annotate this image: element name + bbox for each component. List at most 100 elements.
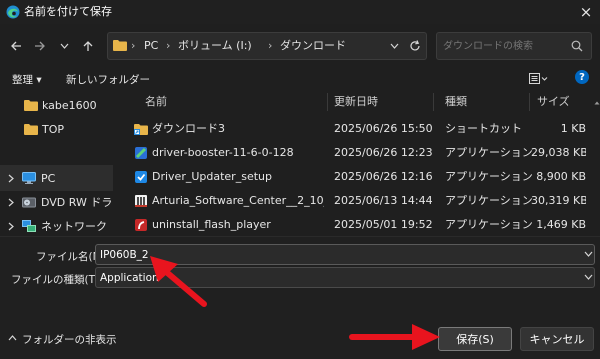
new-folder-button[interactable]: 新しいフォルダー (66, 72, 150, 87)
file-name: Arturia_Software_Center__2_10_0_... (152, 194, 324, 207)
column-divider[interactable] (529, 93, 530, 111)
app-icon (134, 194, 148, 208)
arrow-right-icon (35, 41, 45, 51)
app-icon (134, 218, 148, 232)
recent-locations-button[interactable] (56, 37, 72, 55)
column-header-modified[interactable]: 更新日時 (334, 91, 378, 113)
search-icon (571, 40, 583, 52)
chevron-down-icon[interactable] (584, 251, 593, 257)
file-modified: 2025/06/26 12:23 (334, 146, 433, 159)
view-options-button[interactable] (526, 70, 552, 88)
breadcrumb-separator: › (166, 39, 171, 52)
column-divider[interactable] (433, 93, 434, 111)
folder-icon (24, 123, 38, 135)
save-button[interactable]: 保存(S) (438, 327, 512, 351)
chevron-down-icon (60, 43, 68, 49)
file-modified: 2025/06/13 14:44 (334, 194, 433, 207)
filename-value: IP060B_2 (100, 248, 149, 261)
folder-shortcut-icon (134, 123, 148, 135)
file-modified: 2025/06/26 15:50 (334, 122, 433, 135)
address-bar[interactable]: › PC › ボリューム (I:) › ダウンロード (107, 32, 427, 60)
network-icon (22, 219, 36, 233)
breadcrumb-downloads[interactable]: ダウンロード (280, 33, 346, 59)
hide-folders-toggle[interactable]: フォルダーの非表示 (22, 332, 117, 347)
column-header-size[interactable]: サイズ (537, 91, 570, 113)
edge-browser-icon (6, 5, 20, 19)
file-row[interactable]: Driver_Updater_setup 2025/06/26 12:16 アプ… (121, 165, 594, 189)
filetype-value: Application (100, 271, 159, 284)
chevron-up-icon[interactable] (8, 335, 17, 341)
file-type: アプリケーション (445, 170, 533, 183)
chevron-right-icon[interactable] (8, 174, 14, 183)
app-icon (134, 170, 148, 184)
sidebar-item-label: PC (41, 171, 56, 185)
file-type: ショートカット (445, 122, 522, 135)
file-type: アプリケーション (445, 194, 533, 207)
filetype-select[interactable]: Application (95, 267, 595, 288)
sidebar-item-kabe1600[interactable]: kabe1600 (0, 92, 113, 118)
chevron-down-icon (390, 43, 398, 49)
filetype-label: ファイルの種類(T): (11, 274, 103, 286)
refresh-button[interactable] (406, 37, 424, 55)
file-row[interactable]: uninstall_flash_player 2025/05/01 19:52 … (121, 213, 594, 236)
folder-icon (113, 39, 127, 51)
file-name: Driver_Updater_setup (152, 170, 272, 183)
file-size: 29,038 KB (531, 146, 586, 159)
help-button[interactable]: ? (575, 70, 589, 84)
chevron-right-icon[interactable] (8, 222, 14, 231)
file-type: アプリケーション (445, 218, 533, 231)
sidebar-item-dvd-drive[interactable]: DVD RW ドライ (0, 189, 113, 215)
chevron-right-icon[interactable] (8, 198, 14, 207)
sidebar-item-pc[interactable]: PC (0, 165, 113, 191)
breadcrumb-volume[interactable]: ボリューム (I:) (178, 33, 252, 59)
organize-menu[interactable]: 整理 ▾ (12, 72, 42, 87)
file-size: 1,469 KB (536, 218, 586, 231)
column-header-name[interactable]: 名前 (145, 91, 167, 113)
up-button[interactable] (78, 36, 98, 56)
filename-field[interactable]: IP060B_2 (95, 244, 595, 265)
computer-icon (22, 172, 36, 184)
save-form: ファイル名(N): IP060B_2 ファイルの種類(T): Applicati… (0, 236, 600, 359)
forward-button[interactable] (30, 36, 50, 56)
refresh-icon (410, 40, 420, 51)
title-bar: 名前を付けて保存 × (0, 0, 600, 24)
sidebar-item-label: kabe1600 (42, 98, 97, 112)
address-dropdown-button[interactable] (386, 37, 402, 55)
breadcrumb-separator: › (268, 39, 273, 52)
list-view-icon (529, 73, 548, 84)
sidebar-item-label: TOP (42, 122, 65, 136)
back-button[interactable] (6, 36, 26, 56)
window-title: 名前を付けて保存 (24, 5, 112, 18)
file-list[interactable]: 名前 更新日時 種類 サイズ ダウンロード3 2025/06/26 15:50 … (121, 91, 594, 236)
file-list-scrollbar[interactable] (594, 91, 600, 236)
scroll-up-icon (594, 101, 600, 105)
breadcrumb-pc[interactable]: PC (144, 33, 158, 59)
sidebar-item-top[interactable]: TOP (0, 116, 113, 142)
file-row[interactable]: ダウンロード3 2025/06/26 15:50 ショートカット 1 KB (121, 117, 594, 141)
column-divider[interactable] (327, 93, 328, 111)
breadcrumb-separator: › (131, 39, 136, 52)
file-name: uninstall_flash_player (152, 218, 271, 231)
save-as-dialog: 名前を付けて保存 × › PC › ボリューム (I:) › ダウンロード ダウ… (0, 0, 600, 359)
arrow-left-icon (11, 41, 21, 51)
app-icon (134, 146, 148, 160)
file-name: ダウンロード3 (152, 122, 225, 135)
chevron-down-icon[interactable] (584, 274, 593, 280)
disc-drive-icon (22, 196, 36, 208)
file-row[interactable]: driver-booster-11-6-0-128 2025/06/26 12:… (121, 141, 594, 165)
file-type: アプリケーション (445, 146, 533, 159)
file-size: 30,319 KB (531, 194, 586, 207)
sidebar-item-label: ネットワーク (41, 220, 107, 233)
search-input[interactable] (443, 36, 563, 56)
navigation-pane: kabe1600 TOP PC DVD RW ドライ ネットワーク (0, 91, 113, 236)
sidebar-item-label: DVD RW ドライ (41, 196, 113, 209)
column-header-type[interactable]: 種類 (445, 91, 467, 113)
close-button[interactable]: × (572, 0, 600, 24)
search-box[interactable] (436, 32, 592, 60)
folder-icon (24, 99, 38, 111)
file-size: 8,900 KB (536, 170, 586, 183)
file-row[interactable]: Arturia_Software_Center__2_10_0_... 2025… (121, 189, 594, 213)
cancel-button[interactable]: キャンセル (520, 327, 594, 351)
file-modified: 2025/05/01 19:52 (334, 218, 433, 231)
arrow-up-icon (83, 41, 93, 51)
